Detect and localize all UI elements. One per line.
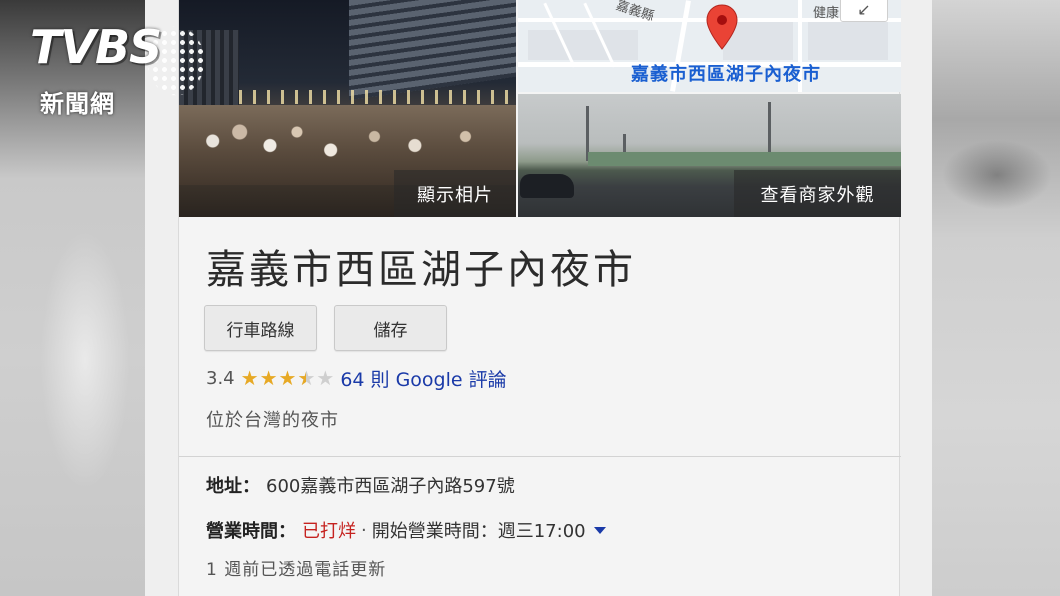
- hours-separator: ·: [361, 519, 367, 541]
- google-reviews-link[interactable]: 64 則 Google 評論: [340, 365, 506, 392]
- hours-status: 已打烊: [302, 521, 356, 542]
- show-photos-label[interactable]: 顯示相片: [394, 170, 516, 217]
- address-row: 地址： 600嘉義市西區湖子內路597號: [206, 472, 515, 498]
- star-icon: ★: [278, 366, 297, 390]
- rating-row: 3.4 ★ ★ ★ ★ ★ 64 則 Google 評論: [206, 364, 507, 392]
- logo-text: TVBS: [30, 20, 162, 74]
- star-icon: ★: [259, 366, 278, 390]
- street-view-photo[interactable]: 查看商家外觀: [518, 94, 901, 217]
- hours-next-open[interactable]: 開始營業時間：週三17:00: [372, 517, 586, 543]
- rating-value: 3.4: [206, 367, 235, 389]
- empty-star-icon: ★: [316, 366, 335, 390]
- hours-dropdown-icon[interactable]: [593, 526, 606, 534]
- photo-night-market[interactable]: 顯示相片: [179, 0, 516, 217]
- tvbs-logo: TVBS 新聞網: [30, 20, 210, 120]
- address-label: 地址：: [206, 476, 260, 497]
- map-pin-icon: [706, 4, 738, 50]
- map-corner-label: 健康: [813, 6, 840, 21]
- save-button[interactable]: 儲存: [334, 305, 447, 351]
- screen-panel: 顯示相片 嘉義縣 健康 ↙ 嘉義市西區湖子內夜市 查看商家外觀 嘉義市西區湖子內…: [145, 0, 932, 596]
- half-star-icon: ★: [297, 368, 315, 388]
- hours-row: 營業時間： 已打烊 · 開始營業時間：週三17:00: [206, 517, 606, 543]
- update-note: 1 週前已透過電話更新: [206, 560, 387, 580]
- directions-button[interactable]: 行車路線: [204, 305, 317, 351]
- logo-subtext: 新聞網: [40, 90, 115, 118]
- hours-label: 營業時間：: [206, 521, 296, 542]
- place-category: 位於台灣的夜市: [206, 410, 339, 431]
- divider: [179, 456, 901, 457]
- expand-map-icon[interactable]: ↙: [840, 0, 888, 22]
- place-title: 嘉義市西區湖子內夜市: [206, 247, 636, 293]
- address-value[interactable]: 600嘉義市西區湖子內路597號: [266, 472, 515, 498]
- star-rating: ★ ★ ★ ★ ★: [241, 368, 335, 388]
- map-place-label: 嘉義市西區湖子內夜市: [631, 64, 821, 85]
- view-storefront-label[interactable]: 查看商家外觀: [734, 170, 901, 217]
- knowledge-panel: 顯示相片 嘉義縣 健康 ↙ 嘉義市西區湖子內夜市 查看商家外觀 嘉義市西區湖子內…: [178, 0, 901, 596]
- star-icon: ★: [240, 366, 259, 390]
- blurred-backdrop-right: [932, 0, 1060, 596]
